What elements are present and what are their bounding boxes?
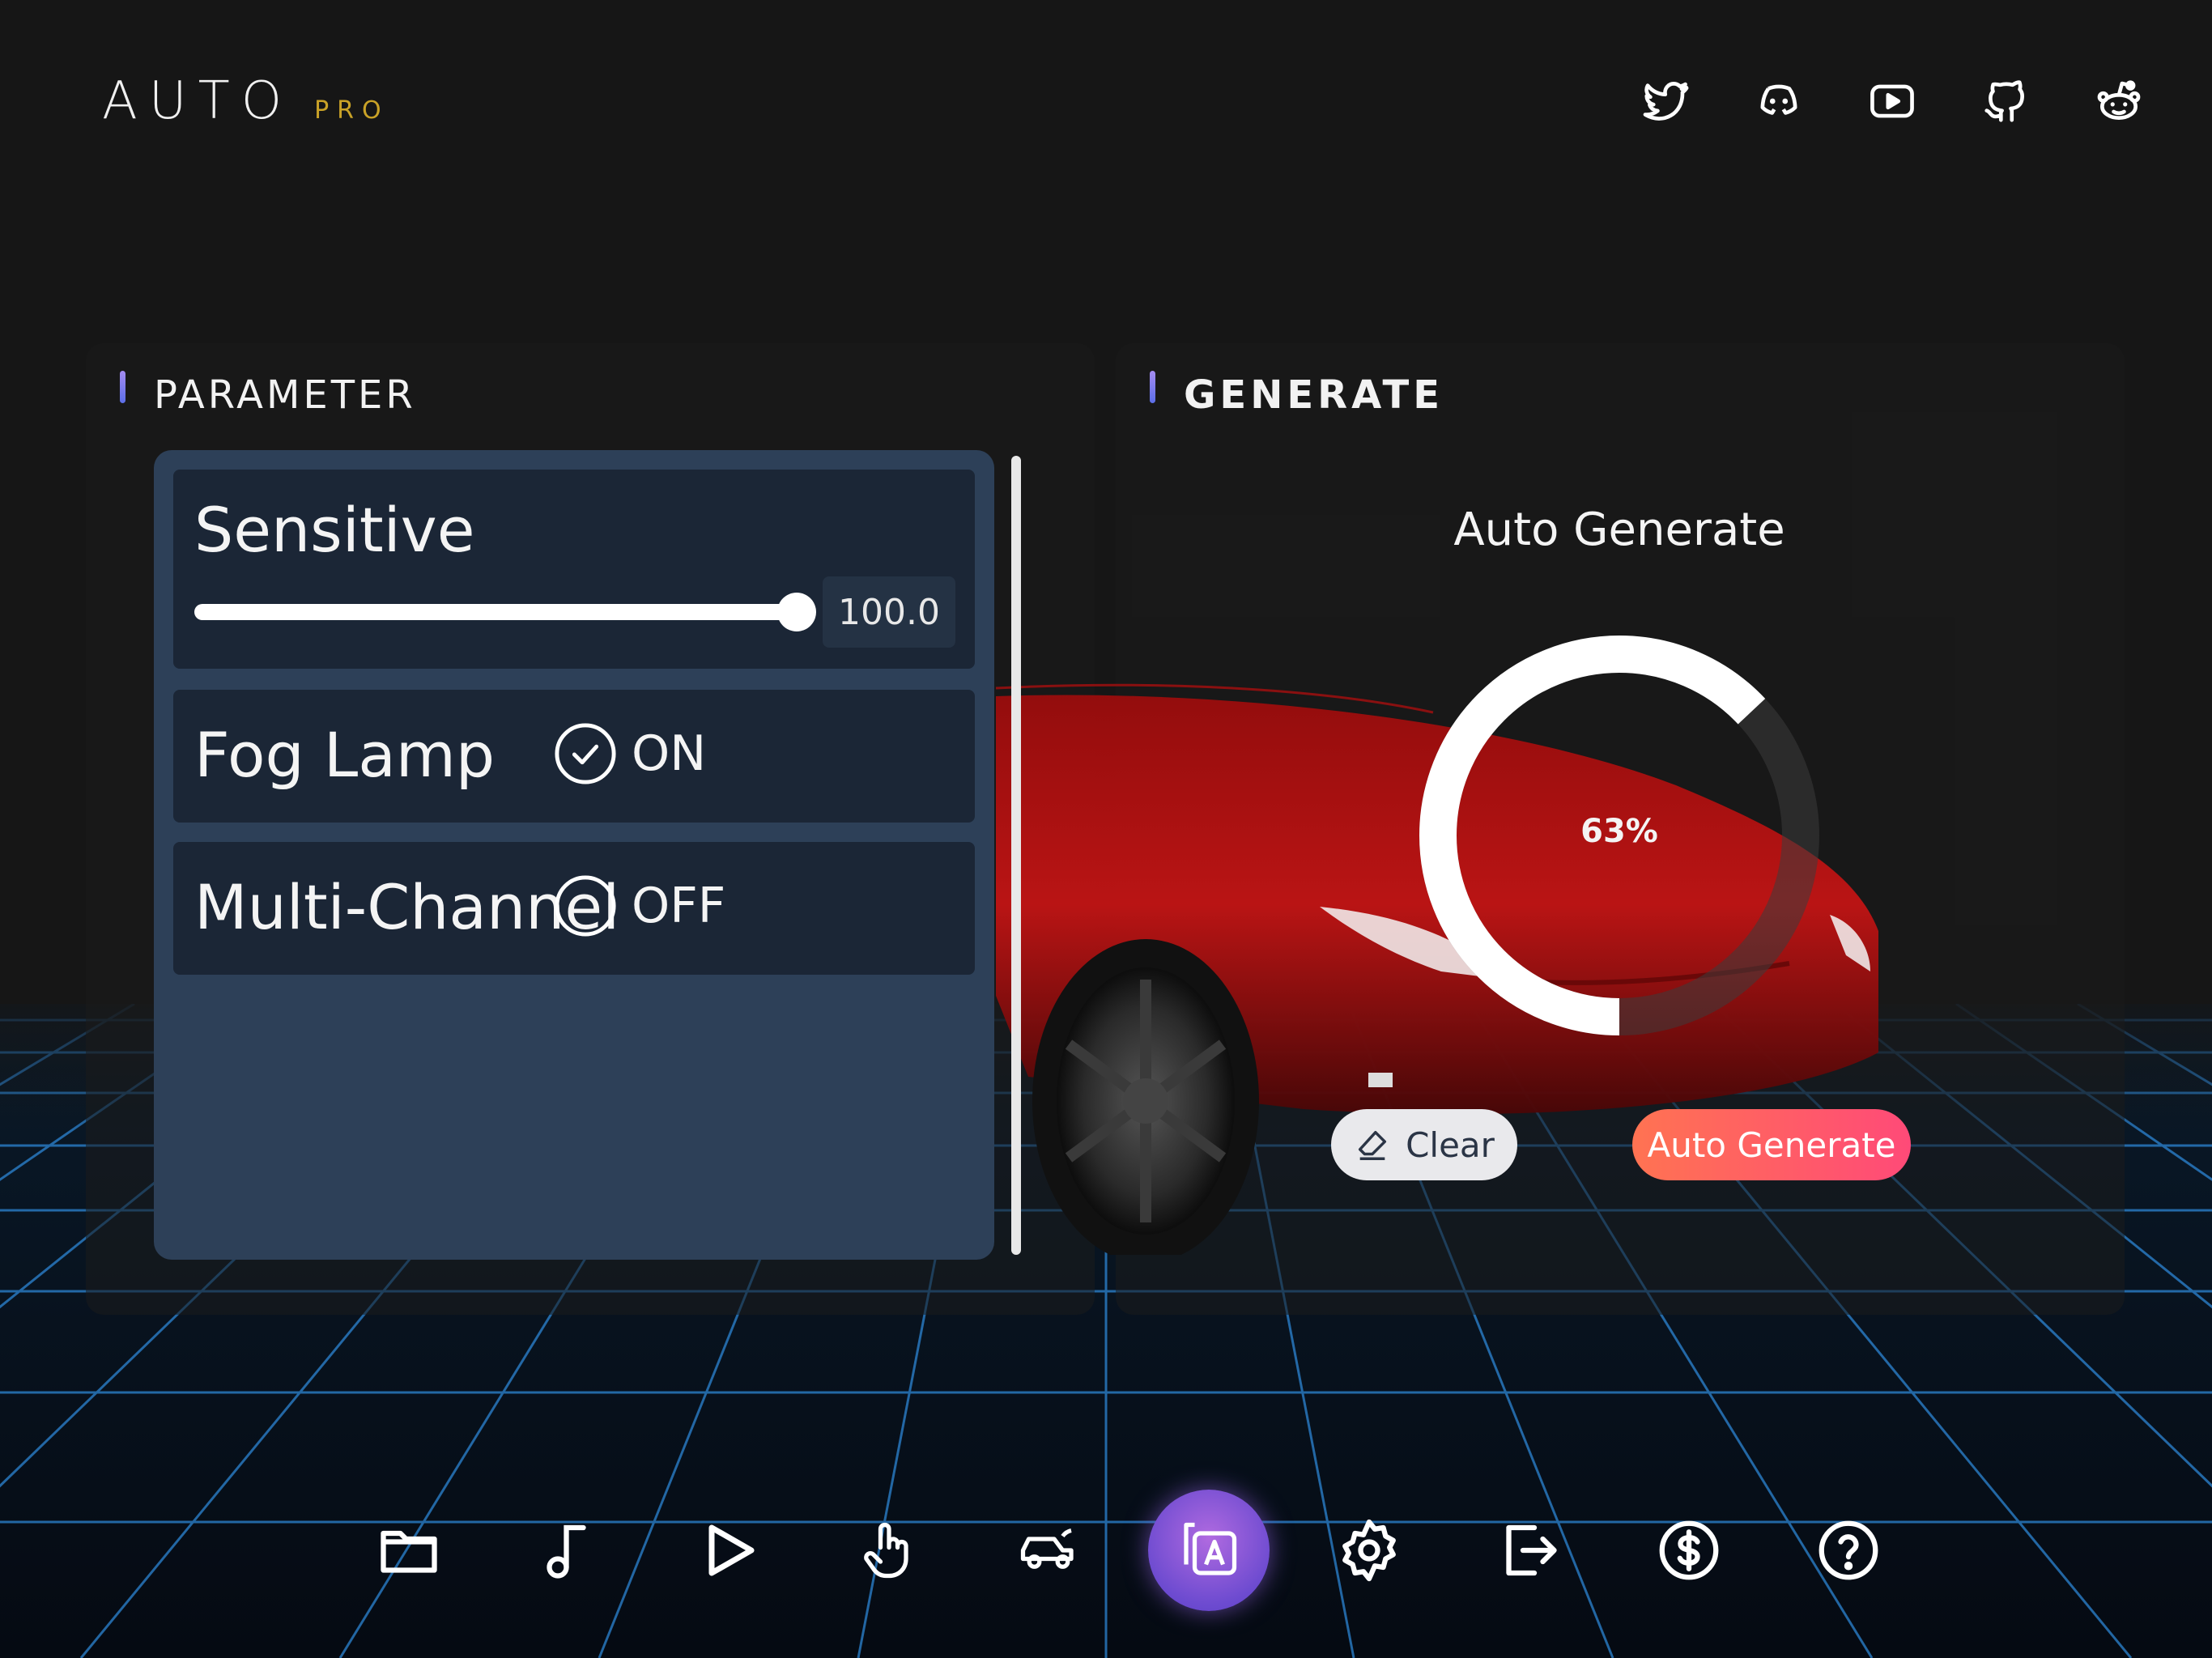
sensitive-row: Sensitive 100.0 [173,470,975,669]
music-note-icon[interactable] [508,1490,630,1611]
sensitive-label: Sensitive [194,494,475,566]
fog-lamp-row: Fog Lamp ON [173,690,975,823]
parameter-list: Sensitive 100.0 Fog Lamp ON Multi-Channe… [154,450,994,1260]
car-icon[interactable] [988,1490,1109,1611]
auto-text-icon[interactable] [1147,1490,1270,1611]
generate-title: GENERATE [1184,372,1444,418]
panel-accent-bar [120,371,125,403]
reddit-icon[interactable] [2091,73,2147,130]
clear-button-label: Clear [1406,1124,1495,1165]
social-links [1637,73,2147,130]
auto-generate-button-label: Auto Generate [1647,1124,1896,1165]
empty-circle-icon [555,875,616,937]
multi-channel-row: Multi-Channel OFF [173,842,975,975]
youtube-icon[interactable] [1864,73,1921,130]
sensitive-value[interactable]: 100.0 [823,576,955,648]
panel-accent-bar [1150,371,1155,403]
clear-button[interactable]: Clear [1331,1109,1517,1180]
gear-icon[interactable] [1308,1490,1430,1611]
bottom-dock [348,1490,1948,1611]
touch-icon[interactable] [828,1490,950,1611]
multi-channel-toggle[interactable]: OFF [554,874,725,937]
logo-sub-text: PRO [314,96,389,125]
fog-lamp-toggle[interactable]: ON [554,722,706,785]
auto-generate-heading: Auto Generate [1453,504,1785,556]
parameter-title: PARAMETER [154,372,416,418]
github-icon[interactable] [1977,73,2034,130]
fog-lamp-label: Fog Lamp [194,719,496,791]
app-logo: AUTO PRO [102,71,389,131]
sensitive-slider-track[interactable] [194,604,802,620]
scrollbar[interactable] [1011,456,1021,1255]
progress-label: 63% [1580,813,1658,850]
twitter-icon[interactable] [1637,73,1694,130]
play-icon[interactable] [668,1490,789,1611]
check-circle-icon [555,723,616,784]
folder-icon[interactable] [348,1490,470,1611]
auto-generate-button[interactable]: Auto Generate [1632,1109,1911,1180]
help-icon[interactable] [1788,1490,1909,1611]
eraser-icon [1359,1130,1387,1160]
exit-icon[interactable] [1468,1490,1589,1611]
logo-main-text: AUTO [102,71,294,131]
multi-channel-state: OFF [632,878,726,934]
discord-icon[interactable] [1750,73,1807,130]
sensitive-slider-thumb[interactable] [777,593,816,631]
fog-lamp-state: ON [632,725,707,782]
dollar-icon[interactable] [1628,1490,1750,1611]
